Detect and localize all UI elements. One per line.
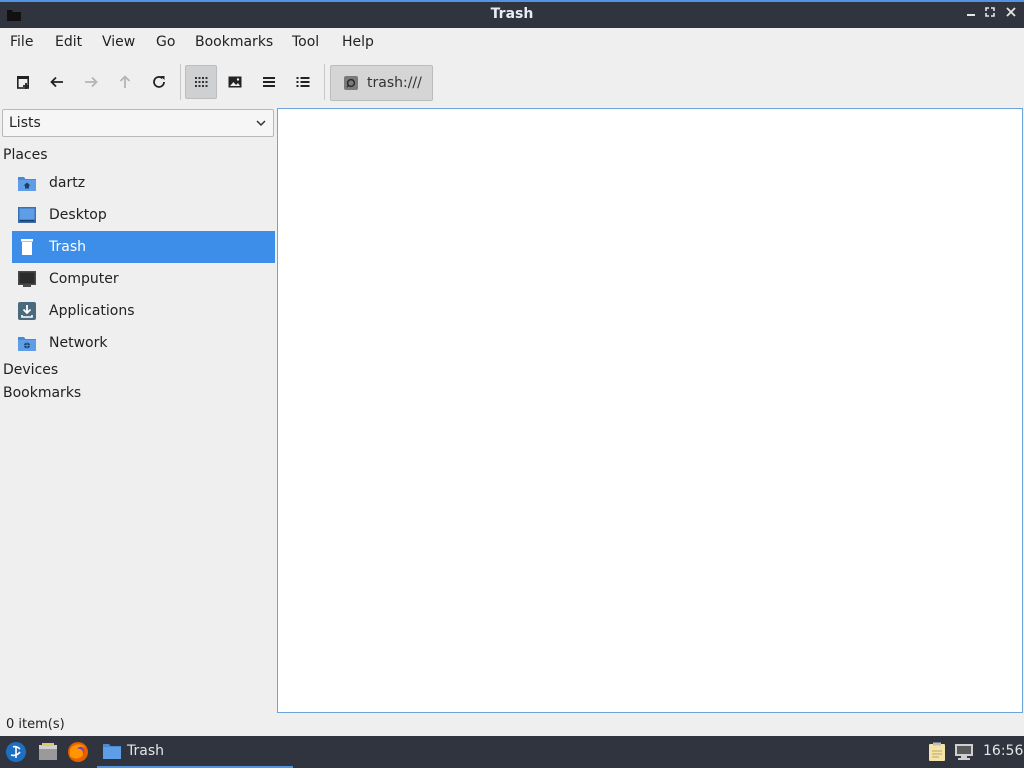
maximize-icon[interactable] xyxy=(981,5,999,23)
side-pane-mode-value: Lists xyxy=(9,115,41,131)
icon-view-button[interactable] xyxy=(185,65,217,99)
reload-icon xyxy=(153,76,165,88)
computer-icon xyxy=(17,269,37,289)
new-tab-icon xyxy=(16,76,29,89)
menu-bookmarks[interactable]: Bookmarks xyxy=(195,34,273,50)
file-view[interactable] xyxy=(277,108,1023,713)
sidebar-item-computer[interactable]: Computer xyxy=(12,263,275,295)
forward-icon xyxy=(85,76,98,88)
toolbar-separator xyxy=(180,64,181,100)
reload-button[interactable] xyxy=(143,65,175,99)
start-menu-icon[interactable] xyxy=(4,740,28,764)
trash-location-icon xyxy=(344,76,358,90)
back-button[interactable] xyxy=(41,65,73,99)
clock: 16:56 xyxy=(983,743,1024,759)
sidebar-item-dartz[interactable]: dartz xyxy=(12,167,275,199)
location-text: trash:/// xyxy=(367,75,422,91)
status-bar: 0 item(s) xyxy=(0,714,1024,736)
file-manager-icon[interactable] xyxy=(36,740,60,764)
minimize-icon[interactable] xyxy=(962,5,980,23)
menu-edit[interactable]: Edit xyxy=(55,34,82,50)
chevron-down-icon xyxy=(256,120,266,127)
menu-view[interactable]: View xyxy=(102,34,135,50)
menu-file[interactable]: File xyxy=(10,34,33,50)
network-icon xyxy=(17,333,37,353)
new-tab-button[interactable] xyxy=(7,65,39,99)
menu-go[interactable]: Go xyxy=(156,34,175,50)
trash-icon xyxy=(17,237,37,257)
firefox-icon[interactable] xyxy=(66,740,90,764)
sidebar-item-trash[interactable]: Trash xyxy=(12,231,275,263)
thumbnail-view-button[interactable] xyxy=(219,65,251,99)
section-bookmarks[interactable]: Bookmarks xyxy=(3,385,81,401)
clipboard-icon[interactable] xyxy=(926,742,948,762)
back-icon xyxy=(50,76,63,88)
home-folder-icon xyxy=(17,173,37,193)
detailed-list-view-icon xyxy=(296,77,310,87)
sidebar-item-desktop[interactable]: Desktop xyxy=(12,199,275,231)
applications-icon xyxy=(17,301,37,321)
close-icon[interactable] xyxy=(1002,5,1020,23)
up-icon xyxy=(119,75,131,88)
network-status-icon[interactable] xyxy=(953,742,975,762)
item-count: 0 item(s) xyxy=(6,717,65,732)
toolbar xyxy=(0,58,1024,106)
title-bar[interactable]: Trash xyxy=(0,0,1024,28)
location-button[interactable]: trash:/// xyxy=(330,65,433,101)
thumbnail-view-icon xyxy=(228,76,242,88)
section-places[interactable]: Places xyxy=(3,147,48,163)
forward-button[interactable] xyxy=(75,65,107,99)
sidebar-item-applications[interactable]: Applications xyxy=(12,295,275,327)
menu-tool[interactable]: Tool xyxy=(292,34,319,50)
up-button[interactable] xyxy=(109,65,141,99)
menu-help[interactable]: Help xyxy=(342,34,374,50)
taskbar: Trash 16:56 xyxy=(0,736,1024,768)
taskbar-task-trash[interactable]: Trash xyxy=(97,736,293,768)
side-pane-mode-select[interactable]: Lists xyxy=(2,109,274,137)
window-title: Trash xyxy=(490,6,534,22)
side-pane: Lists Places dartz Desktop Trash Compute… xyxy=(0,106,276,716)
menu-bar: File Edit View Go Bookmarks Tool Help xyxy=(0,28,1024,58)
folder-icon xyxy=(103,744,121,759)
toolbar-separator xyxy=(324,64,325,100)
icon-view-icon xyxy=(195,77,208,87)
sidebar-item-network[interactable]: Network xyxy=(12,327,275,359)
desktop-icon xyxy=(17,205,37,225)
section-devices[interactable]: Devices xyxy=(3,362,58,378)
compact-view-button[interactable] xyxy=(253,65,285,99)
compact-view-icon xyxy=(263,77,275,87)
detailed-list-view-button[interactable] xyxy=(287,65,319,99)
